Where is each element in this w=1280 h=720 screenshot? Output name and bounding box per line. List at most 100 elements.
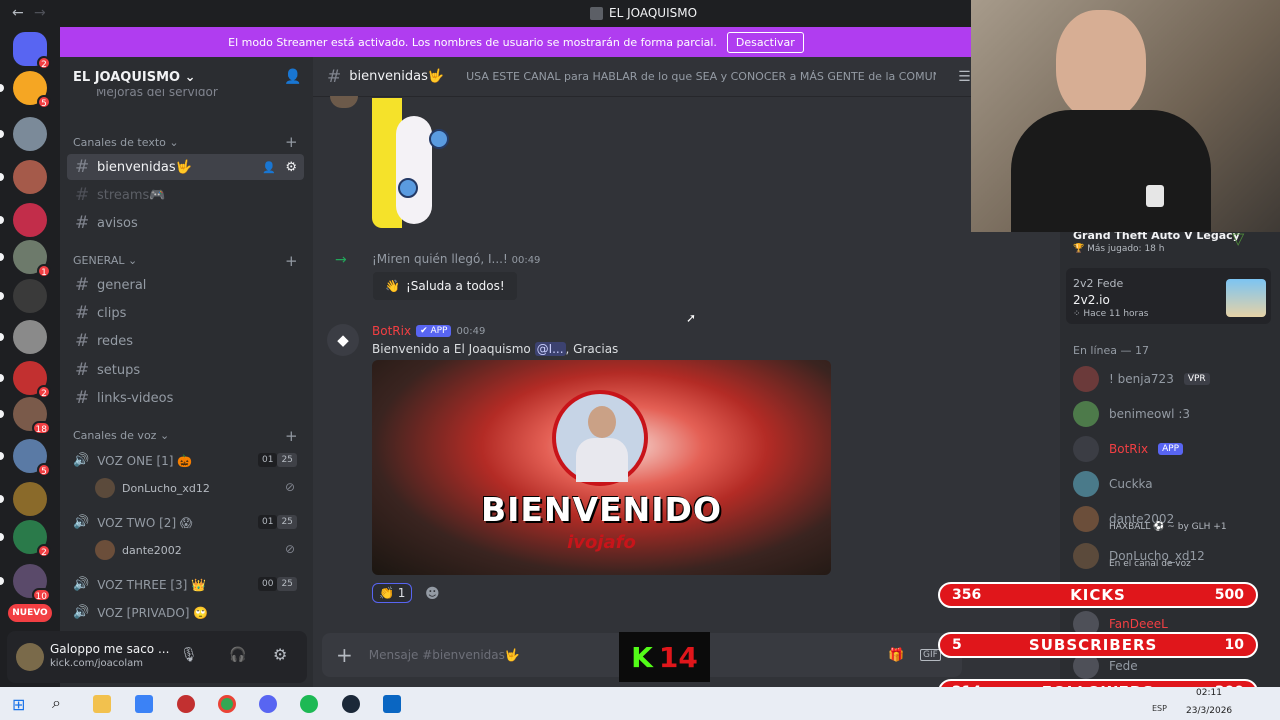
speaker-icon: 🔊 bbox=[73, 577, 90, 592]
disable-streamer-button[interactable]: Desactivar bbox=[726, 31, 804, 53]
mention-badge: 2 bbox=[37, 385, 51, 399]
message-input[interactable]: Mensaje #bienvenidas🤟 bbox=[369, 648, 520, 662]
mention-badge: 1 bbox=[37, 264, 51, 278]
channel-streams[interactable]: # streams🎮 bbox=[67, 182, 304, 208]
server-icon[interactable] bbox=[0, 117, 47, 151]
headphones-icon[interactable]: 🎧 bbox=[229, 647, 246, 663]
clock-date[interactable]: 23/3/2026 bbox=[1186, 706, 1232, 716]
channel-general[interactable]: # general bbox=[67, 272, 304, 298]
file-explorer-icon[interactable] bbox=[93, 695, 111, 713]
server-icon[interactable]: 18 bbox=[0, 397, 51, 435]
add-member-icon[interactable]: 👤 bbox=[284, 69, 301, 85]
member-item[interactable]: benimeowl :3 bbox=[1073, 401, 1190, 427]
server-icon[interactable]: 5 bbox=[0, 439, 51, 477]
app-icon[interactable] bbox=[383, 695, 401, 713]
server-icon[interactable]: 1 bbox=[0, 240, 51, 278]
discord-home-icon[interactable]: 2 bbox=[13, 32, 51, 70]
bot-name[interactable]: BotRix bbox=[372, 324, 411, 338]
voice-channel-private[interactable]: 🔊 VOZ [PRIVADO] 🙄 bbox=[73, 605, 208, 620]
general-header[interactable]: GENERAL ⌄ bbox=[73, 254, 137, 267]
forward-arrow-icon[interactable]: → bbox=[34, 5, 46, 21]
unread-indicator bbox=[0, 577, 4, 585]
spotify-icon[interactable] bbox=[300, 695, 318, 713]
threads-icon[interactable]: ☰ bbox=[958, 69, 971, 85]
member-activity: En el canal de voz bbox=[1109, 559, 1191, 569]
streamer-mode-banner: El modo Streamer está activado. Los nomb… bbox=[60, 27, 972, 57]
windows-start-icon[interactable]: ⊞ bbox=[12, 695, 25, 714]
discord-icon[interactable] bbox=[259, 695, 277, 713]
settings-gear-icon[interactable]: ⚙ bbox=[285, 160, 297, 175]
channel-avisos[interactable]: # avisos bbox=[67, 210, 304, 236]
mouse-cursor-icon: ➚ bbox=[686, 311, 697, 325]
microphone-icon[interactable]: 🎙 bbox=[180, 647, 198, 663]
deafened-icon: ⊘ bbox=[285, 542, 296, 556]
speaker-icon: 🔊 bbox=[73, 605, 90, 620]
search-icon[interactable]: ⌕ bbox=[52, 693, 61, 713]
hash-icon: # bbox=[75, 275, 90, 295]
server-icon[interactable] bbox=[0, 320, 47, 354]
server-icon[interactable]: 2 bbox=[0, 520, 51, 558]
add-voice-channel-icon[interactable]: + bbox=[285, 427, 298, 445]
server-icon[interactable] bbox=[0, 279, 47, 313]
server-icon[interactable]: 2 bbox=[0, 361, 51, 399]
voice-three-count: 00 25 bbox=[258, 577, 297, 591]
app-icon[interactable] bbox=[177, 695, 195, 713]
server-icon bbox=[590, 6, 603, 20]
channel-links-videos[interactable]: # links-videos bbox=[67, 385, 304, 411]
embed-title: BIENVENIDO bbox=[480, 490, 723, 529]
text-channels-header[interactable]: Canales de texto ⌄ bbox=[73, 136, 179, 149]
member-item[interactable]: BotRix APP bbox=[1073, 436, 1184, 462]
clock-time[interactable]: 02:11 bbox=[1196, 688, 1222, 698]
attach-plus-icon[interactable]: + bbox=[336, 643, 353, 667]
member-item[interactable]: Cuckka bbox=[1073, 471, 1153, 497]
hash-icon: # bbox=[75, 388, 90, 408]
user-avatar[interactable] bbox=[16, 643, 44, 671]
voice-user-dante[interactable]: dante2002 bbox=[95, 540, 182, 560]
steam-icon[interactable] bbox=[342, 695, 360, 713]
kicks-goal-bar: 356 KICKS 500 bbox=[938, 582, 1258, 608]
channel-redes[interactable]: # redes bbox=[67, 328, 304, 354]
gif-icon[interactable]: GIF bbox=[920, 649, 941, 661]
gift-icon[interactable]: 🎁 bbox=[888, 648, 904, 663]
language-indicator[interactable]: ESP bbox=[1152, 704, 1167, 713]
bot-message-text: Bienvenido a El Joaquismo @I..., Gracias bbox=[372, 342, 619, 356]
member-item[interactable]: ! benja723 VPR bbox=[1073, 366, 1210, 392]
app-icon[interactable] bbox=[135, 695, 153, 713]
unread-indicator bbox=[0, 333, 4, 341]
hash-icon: # bbox=[75, 303, 90, 323]
wave-button[interactable]: 👋 ¡Saluda a todos! bbox=[373, 272, 517, 300]
add-text-channel-icon[interactable]: + bbox=[285, 133, 298, 151]
voice-channel-two[interactable]: 🔊 VOZ TWO [2] 😱 bbox=[73, 515, 192, 530]
channel-clips[interactable]: # clips bbox=[67, 300, 304, 326]
game-thumbnail bbox=[1226, 279, 1266, 317]
invite-icon[interactable]: 👤 bbox=[262, 161, 276, 174]
voice-one-count: 01 25 bbox=[258, 453, 297, 467]
add-general-channel-icon[interactable]: + bbox=[285, 252, 298, 270]
server-boost-item[interactable]: Mejoras del servidor bbox=[96, 89, 218, 99]
channel-topic[interactable]: USA ESTE CANAL para HABLAR de lo que SEA… bbox=[466, 70, 936, 83]
channel-setups[interactable]: # setups bbox=[67, 357, 304, 383]
server-icon[interactable]: 5 bbox=[0, 71, 51, 109]
unread-indicator bbox=[0, 533, 4, 541]
chrome-icon[interactable] bbox=[218, 695, 236, 713]
mention-badge: 5 bbox=[37, 463, 51, 477]
role-tag: VPR bbox=[1183, 373, 1210, 385]
voice-user-donlucho[interactable]: DonLucho_xd12 bbox=[95, 478, 210, 498]
server-icon[interactable] bbox=[0, 160, 47, 194]
reaction-clap[interactable]: 👏 1 bbox=[372, 583, 413, 603]
voice-channel-one[interactable]: 🔊 VOZ ONE [1] 🎃 bbox=[73, 453, 192, 468]
channel-bienvenidas[interactable]: # bienvenidas🤟 👤 ⚙ bbox=[67, 154, 304, 180]
back-arrow-icon[interactable]: ← bbox=[12, 5, 24, 21]
user-settings-icon[interactable]: ⚙ bbox=[273, 645, 287, 664]
voice-channels-header[interactable]: Canales de voz ⌄ bbox=[73, 429, 169, 442]
user-panel: Galoppo me saco ... kick.com/joacolam 🎙 … bbox=[7, 631, 307, 683]
server-icon[interactable]: 10 bbox=[0, 564, 51, 602]
bot-avatar[interactable]: ◆ bbox=[327, 324, 359, 356]
server-icon[interactable] bbox=[0, 203, 47, 237]
user-mention[interactable]: @I... bbox=[534, 342, 566, 356]
server-name[interactable]: EL JOAQUISMO ⌄ bbox=[73, 70, 196, 85]
add-reaction-icon[interactable]: ☻ bbox=[425, 586, 440, 602]
welcome-image[interactable]: BIENVENIDO ivojafo bbox=[372, 360, 831, 575]
voice-channel-three[interactable]: 🔊 VOZ THREE [3] 👑 bbox=[73, 577, 206, 592]
server-icon[interactable] bbox=[0, 482, 47, 516]
